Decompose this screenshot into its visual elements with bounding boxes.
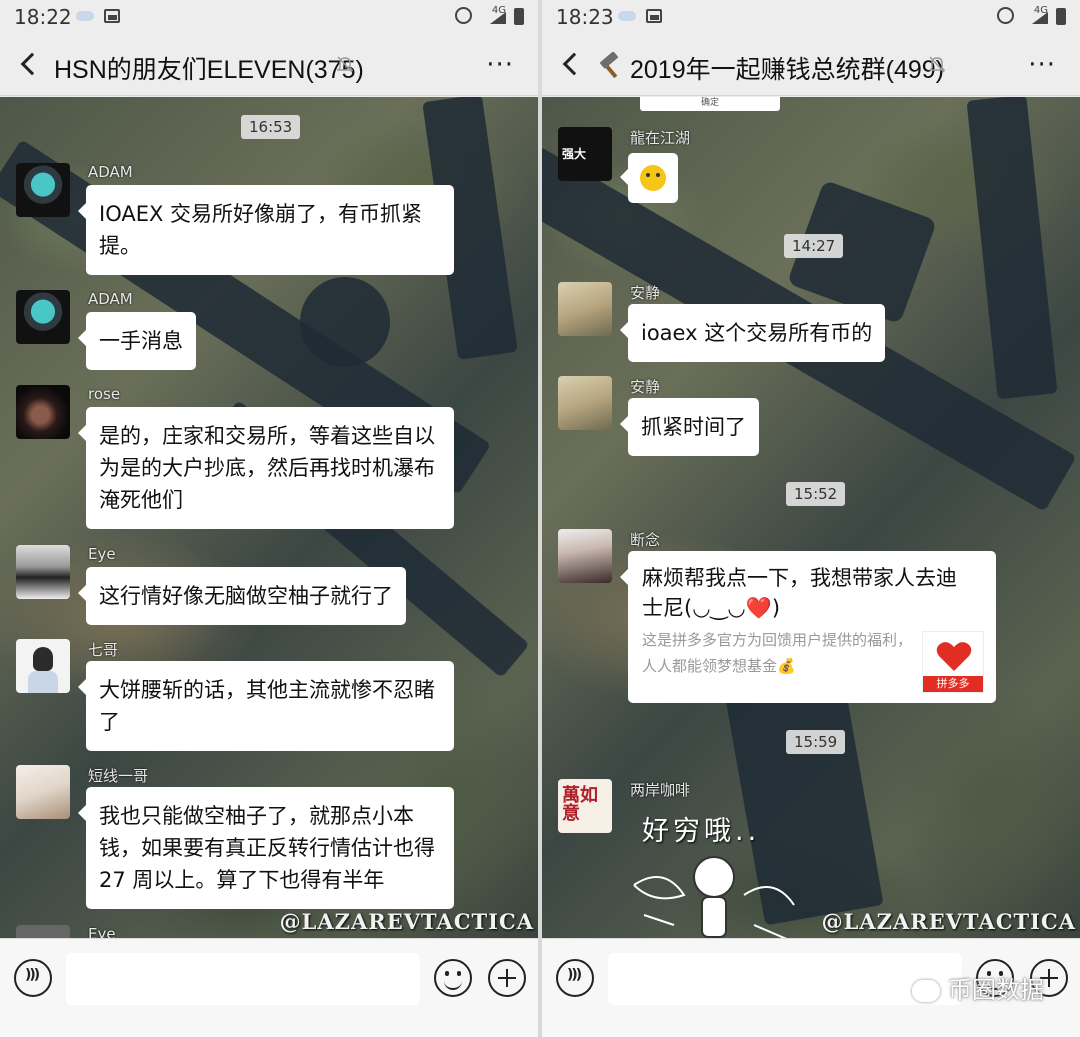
status-time: 18:23: [556, 5, 614, 29]
status-bar: 18:22 4G: [0, 0, 538, 34]
sender-name: 龍在江湖: [630, 129, 691, 147]
more-options-icon[interactable]: ···: [486, 52, 514, 78]
chat-title: HSN的朋友们ELEVEN(375): [54, 56, 364, 84]
wallpaper-scope: [300, 277, 390, 367]
back-arrow-icon[interactable]: [20, 52, 44, 76]
battery-icon: [514, 8, 524, 25]
message-bubble[interactable]: 大饼腰斩的话，其他主流就惨不忍睹了: [78, 661, 454, 751]
sender-name: 断念: [630, 531, 661, 549]
time-divider: 15:59: [786, 730, 846, 754]
gallery-icon: [104, 9, 120, 23]
message-input[interactable]: [608, 953, 962, 1005]
sender-name: Eye: [88, 545, 116, 563]
chat-wallpaper: [542, 97, 1080, 938]
status-time: 18:22: [14, 5, 72, 29]
sticker-image[interactable]: 好穷哦..: [624, 805, 804, 938]
chat-title-bar: HSN的朋友们ELEVEN(375) ···: [0, 34, 538, 96]
more-options-icon[interactable]: ···: [1028, 52, 1056, 78]
right-phone-screen: 18:23 4G 2019年一起赚钱总统群(499) ··· 确定 强大 龍在江…: [542, 0, 1080, 1037]
sticker-caption: 好穷哦..: [642, 816, 761, 847]
mute-bell-icon: [929, 56, 945, 73]
chat-area[interactable]: 16:53 ADAM IOAEX 交易所好像崩了，有币抓紧提。 ADAM 一手消…: [0, 97, 538, 938]
alarm-icon: [455, 7, 472, 24]
time-divider: 14:27: [784, 234, 844, 258]
avatar[interactable]: [16, 639, 70, 693]
left-phone-screen: 18:22 4G HSN的朋友们ELEVEN(375) ··· 16:53 AD…: [0, 0, 538, 1037]
status-bar: 18:23 4G: [542, 0, 1080, 34]
card-brand: 拼多多: [923, 676, 983, 692]
avatar-text: 强大: [562, 147, 587, 161]
signal-icon: [1032, 12, 1048, 24]
chat-title: 2019年一起赚钱总统群(499): [630, 56, 944, 84]
avatar[interactable]: [16, 545, 70, 599]
message-bubble[interactable]: 我也只能做空柚子了，就那点小本钱，如果要有真正反转行情估计也得 27 周以上。算…: [78, 787, 454, 909]
alarm-icon: [997, 7, 1014, 24]
sender-name: ADAM: [88, 290, 133, 308]
avatar[interactable]: 萬如意: [558, 779, 612, 833]
publisher-watermark: 币圈数据: [912, 970, 1044, 1005]
dialog-confirm-button[interactable]: 确定: [640, 97, 780, 111]
message-bubble[interactable]: 一手消息: [78, 312, 196, 370]
plus-icon[interactable]: [488, 959, 526, 997]
input-bar: [0, 938, 538, 1037]
avatar[interactable]: [558, 282, 612, 336]
mute-bell-icon: [337, 56, 353, 73]
sender-name: 七哥: [88, 641, 119, 659]
chick-emoji-icon: [640, 165, 666, 191]
voice-input-icon[interactable]: [556, 959, 594, 997]
avatar-text: 萬如意: [562, 785, 598, 824]
card-thumbnail: 拼多多: [922, 631, 984, 693]
message-bubble[interactable]: 是的，庄家和交易所，等着这些自以为是的大户抄底，然后再找时机瀑布淹死他们: [78, 407, 454, 529]
avatar[interactable]: [16, 385, 70, 439]
avatar[interactable]: [16, 925, 70, 938]
wallpaper-strap: [966, 97, 1058, 400]
back-arrow-icon[interactable]: [562, 52, 586, 76]
emoji-icon[interactable]: [434, 959, 472, 997]
chat-title-bar: 2019年一起赚钱总统群(499) ···: [542, 34, 1080, 96]
message-input[interactable]: [66, 953, 420, 1005]
chat-area[interactable]: 确定 强大 龍在江湖 14:27 安静 ioaex 这个交易所有币的 安静 抓紧…: [542, 97, 1080, 938]
signal-icon: [490, 12, 506, 24]
sender-name: rose: [88, 385, 121, 403]
card-title: 麻烦帮我点一下，我想带家人去迪士尼(◡‿◡❤️): [642, 566, 957, 620]
message-bubble[interactable]: 抓紧时间了: [620, 398, 759, 456]
heart-icon: [936, 642, 972, 671]
cloud-icon: [76, 11, 94, 21]
cloud-icon: [618, 11, 636, 21]
sticker-bubble[interactable]: [620, 153, 678, 203]
avatar[interactable]: [558, 376, 612, 430]
publisher-name: 币圈数据: [948, 976, 1044, 1004]
message-bubble[interactable]: ioaex 这个交易所有币的: [619, 304, 886, 362]
sender-name: 安静: [630, 378, 661, 396]
wallpaper-watermark: @LAZAREVTACTICA: [279, 909, 534, 934]
sender-name: 安静: [630, 284, 661, 302]
avatar[interactable]: 强大: [558, 127, 612, 181]
sender-name: ADAM: [88, 163, 133, 181]
card-description: 这是拼多多官方为回馈用户提供的福利，人人都能领梦想基金💰: [642, 631, 913, 675]
battery-icon: [1056, 8, 1066, 25]
wechat-icon: [912, 980, 940, 1002]
time-divider: 15:52: [786, 482, 846, 506]
pinduoduo-share-card[interactable]: 麻烦帮我点一下，我想带家人去迪士尼(◡‿◡❤️) 这是拼多多官方为回馈用户提供的…: [620, 551, 996, 703]
gallery-icon: [646, 9, 662, 23]
avatar[interactable]: [16, 163, 70, 217]
time-divider: 16:53: [241, 115, 301, 139]
sender-name: 短线一哥: [88, 767, 149, 785]
avatar[interactable]: [16, 290, 70, 344]
wallpaper-watermark: @LAZAREVTACTICA: [821, 909, 1076, 934]
message-bubble[interactable]: 这行情好像无脑做空柚子就行了: [78, 567, 406, 625]
avatar[interactable]: [558, 529, 612, 583]
sender-name: Eye: [88, 925, 116, 938]
stick-figure-sticker: [633, 856, 795, 938]
voice-input-icon[interactable]: [14, 959, 52, 997]
message-bubble[interactable]: IOAEX 交易所好像崩了，有币抓紧提。: [78, 185, 454, 275]
sender-name: 两岸咖啡: [630, 781, 691, 799]
avatar[interactable]: [16, 765, 70, 819]
hammer-icon: [599, 52, 619, 79]
